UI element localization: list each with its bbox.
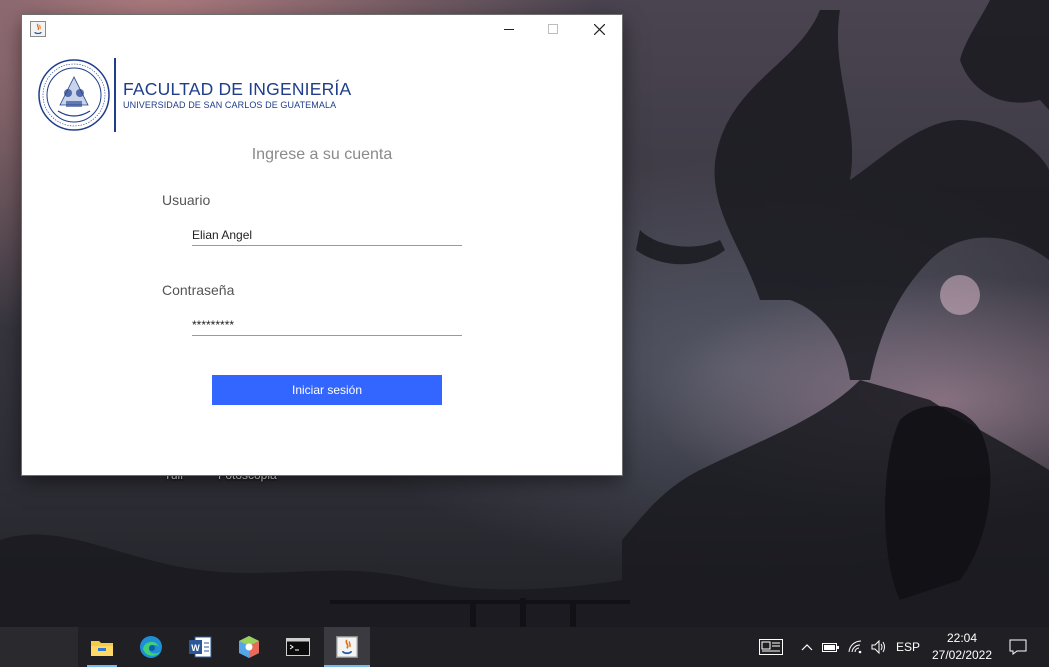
battery-button[interactable] xyxy=(820,627,842,667)
university-seal-logo xyxy=(38,59,110,131)
terminal-icon xyxy=(286,638,310,656)
login-button[interactable]: Iniciar sesión xyxy=(212,375,442,405)
logo-divider xyxy=(114,58,116,132)
show-hidden-icons-button[interactable] xyxy=(796,627,818,667)
faculty-title: FACULTAD DE INGENIERÍA xyxy=(123,79,352,99)
taskbar-app-3d[interactable] xyxy=(226,627,272,667)
notifications-button[interactable] xyxy=(1004,627,1032,667)
taskbar-app-java[interactable] xyxy=(324,627,370,667)
clock[interactable]: 22:04 27/02/2022 xyxy=(924,630,1000,664)
volume-button[interactable] xyxy=(868,627,890,667)
taskbar-app-edge[interactable] xyxy=(128,627,174,667)
java-icon xyxy=(336,636,358,658)
minimize-icon xyxy=(504,29,514,30)
university-name: UNIVERSIDAD DE SAN CARLOS DE GUATEMALA xyxy=(123,100,337,110)
taskbar-app-word[interactable]: W xyxy=(177,627,223,667)
network-button[interactable] xyxy=(845,627,867,667)
edge-icon xyxy=(140,636,162,658)
wifi-icon xyxy=(848,640,862,654)
notification-icon xyxy=(1009,639,1027,655)
language-indicator[interactable]: ESP xyxy=(893,627,923,667)
clock-time: 22:04 xyxy=(946,631,978,645)
minimize-button[interactable] xyxy=(486,15,532,43)
clock-date: 27/02/2022 xyxy=(931,648,993,662)
taskbar-app-file-explorer[interactable] xyxy=(79,627,125,667)
speaker-icon xyxy=(871,640,885,654)
maximize-icon xyxy=(548,24,558,34)
search-area[interactable] xyxy=(0,627,78,667)
close-button[interactable] xyxy=(576,15,622,43)
taskbar-app-terminal[interactable] xyxy=(275,627,321,667)
login-window: FACULTAD DE INGENIERÍA UNIVERSIDAD DE SA… xyxy=(22,15,622,475)
maximize-button[interactable] xyxy=(530,15,576,43)
password-input[interactable] xyxy=(192,314,462,336)
taskbar: W ESP 22:04 27/02/2022 xyxy=(0,627,1049,667)
chevron-up-icon xyxy=(801,644,813,651)
battery-icon xyxy=(822,643,839,652)
username-label: Usuario xyxy=(162,192,211,208)
login-heading: Ingrese a su cuenta xyxy=(251,146,393,163)
java-icon[interactable] xyxy=(30,21,46,37)
news-widget[interactable] xyxy=(756,627,786,667)
close-icon xyxy=(593,23,605,35)
file-explorer-icon xyxy=(91,641,113,656)
username-input[interactable] xyxy=(192,224,462,246)
svg-text:W: W xyxy=(191,643,200,653)
3d-box-icon xyxy=(239,636,259,658)
news-icon xyxy=(759,639,783,655)
title-bar[interactable] xyxy=(22,15,622,43)
word-icon: W xyxy=(189,636,212,658)
password-label: Contraseña xyxy=(162,282,235,298)
